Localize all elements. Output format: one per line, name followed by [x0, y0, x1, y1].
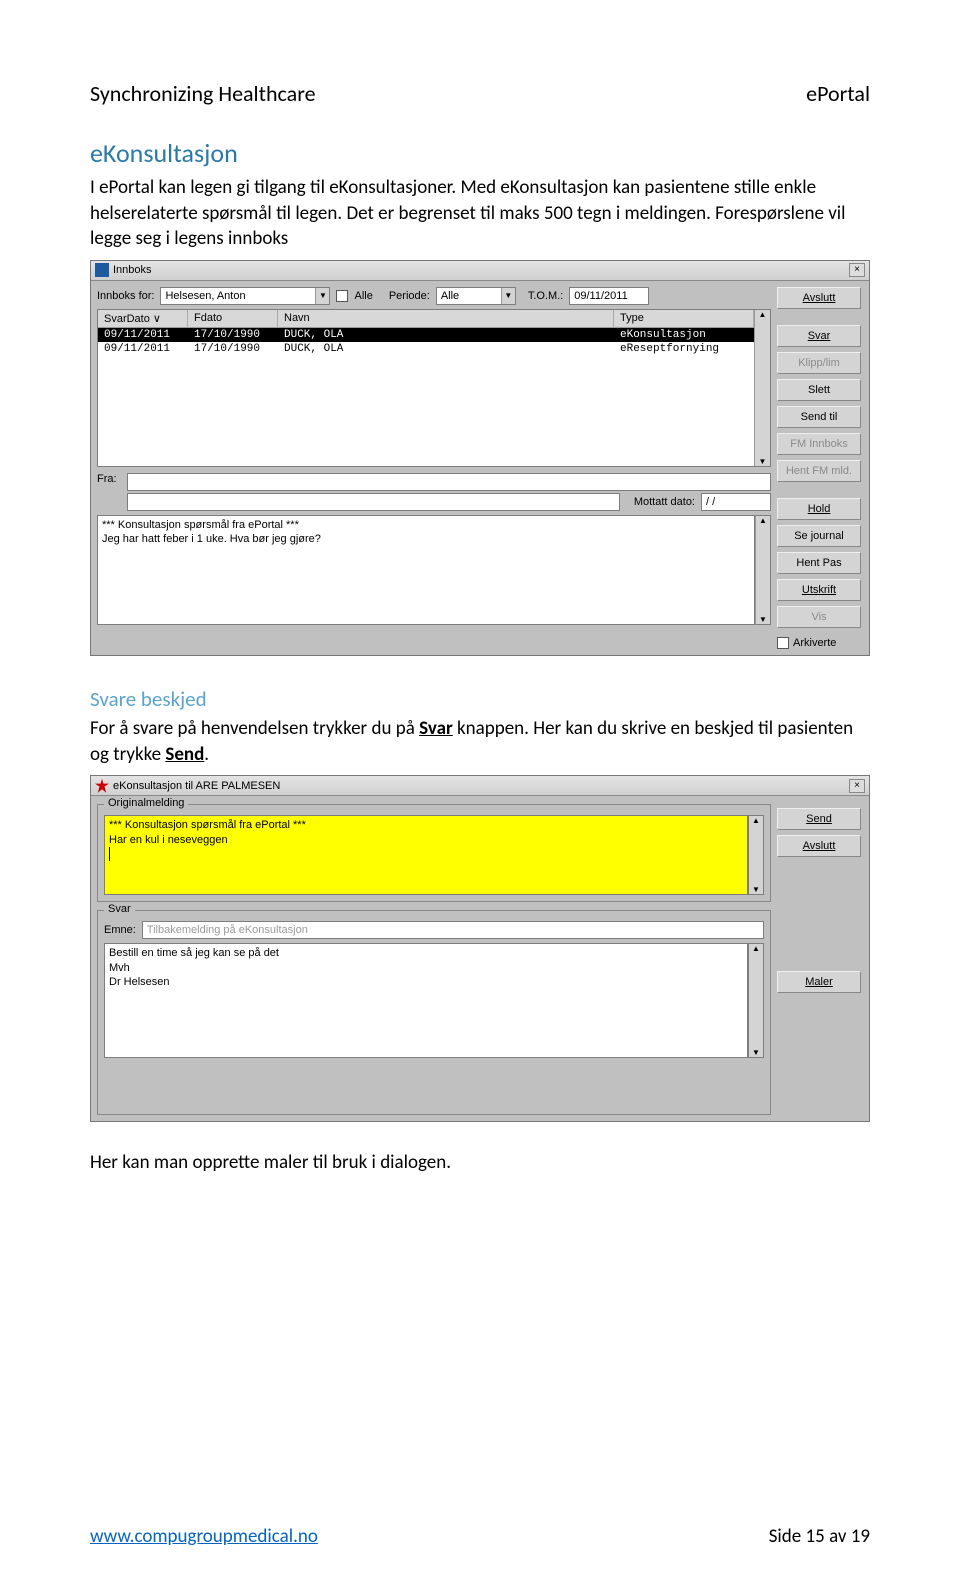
innboks-titlebar: Innboks ×	[91, 261, 869, 281]
chevron-down-icon: ▼	[315, 288, 329, 304]
header-left: Synchronizing Healthcare	[90, 80, 316, 107]
header-right: ePortal	[806, 80, 870, 107]
fm-innboks-button[interactable]: FM Innboks	[777, 433, 861, 455]
ekonsultasjon-reply-window: eKonsultasjon til ARE PALMESEN × Origina…	[90, 775, 870, 1122]
scrollbar[interactable]: ▲▼	[755, 515, 771, 625]
message-textarea[interactable]: *** Konsultasjon spørsmål fra ePortal **…	[97, 515, 755, 625]
avslutt-button[interactable]: Avslutt	[777, 287, 861, 309]
tom-label: T.O.M.:	[528, 290, 563, 302]
col-fdato[interactable]: Fdato	[188, 310, 278, 327]
scrollbar[interactable]: ▲▼	[754, 310, 770, 466]
emne-field[interactable]: Tilbakemelding på eKonsultasjon	[142, 921, 764, 939]
periode-combo[interactable]: Alle ▼	[436, 287, 516, 305]
innboks-title: Innboks	[113, 264, 152, 276]
table-row[interactable]: 09/11/2011 17/10/1990 DUCK, OLA eReseptf…	[98, 342, 754, 356]
section-ekonsultasjon-title: eKonsultasjon	[90, 137, 870, 169]
closing-text: Her kan man opprette maler til bruk i di…	[90, 1150, 870, 1176]
vis-button[interactable]: Vis	[777, 606, 861, 628]
svare-beskjed-text: For å svare på henvendelsen trykker du p…	[90, 716, 870, 767]
fra-field[interactable]	[127, 473, 771, 491]
list-header: SvarDato ∨ Fdato Navn Type	[98, 310, 754, 328]
close-icon[interactable]: ×	[849, 779, 865, 793]
originalmelding-text: *** Konsultasjon spørsmål fra ePortal **…	[104, 815, 748, 895]
svar-textarea[interactable]: Bestill en time så jeg kan se på det Mvh…	[104, 943, 748, 1058]
hent-fm-mld-button[interactable]: Hent FM mld.	[777, 460, 861, 482]
svar-label: Svar	[104, 903, 135, 915]
innboks-for-value: Helsesen, Anton	[165, 290, 245, 302]
emne-label: Emne:	[104, 924, 136, 936]
arkiverte-checkbox[interactable]	[777, 637, 789, 649]
innboks-for-combo[interactable]: Helsesen, Anton ▼	[160, 287, 330, 305]
close-icon[interactable]: ×	[849, 263, 865, 277]
scrollbar[interactable]: ▲▼	[748, 943, 764, 1058]
originalmelding-label: Originalmelding	[104, 797, 188, 809]
innboks-for-label: Innboks for:	[97, 290, 154, 302]
utskrift-button[interactable]: Utskrift	[777, 579, 861, 601]
section-ekonsultasjon-text: I ePortal kan legen gi tilgang til eKons…	[90, 175, 870, 252]
app-icon	[95, 779, 109, 793]
avslutt-button[interactable]: Avslutt	[777, 835, 861, 857]
svar-group: Svar Emne: Tilbakemelding på eKonsultasj…	[97, 910, 771, 1115]
chevron-down-icon: ▼	[501, 288, 515, 304]
col-type[interactable]: Type	[614, 310, 754, 327]
reply-titlebar: eKonsultasjon til ARE PALMESEN ×	[91, 776, 869, 796]
innboks-window: Innboks × Innboks for: Helsesen, Anton ▼…	[90, 260, 870, 656]
maler-button[interactable]: Maler	[777, 971, 861, 993]
periode-label: Periode:	[389, 290, 430, 302]
periode-value: Alle	[441, 290, 459, 302]
mottatt-field[interactable]: / /	[701, 493, 771, 511]
slett-button[interactable]: Slett	[777, 379, 861, 401]
mottatt-label: Mottatt dato:	[634, 496, 695, 508]
reply-title: eKonsultasjon til ARE PALMESEN	[113, 780, 280, 792]
klipp-lim-button[interactable]: Klipp/lim	[777, 352, 861, 374]
fra-field-2[interactable]	[127, 493, 620, 511]
se-journal-button[interactable]: Se journal	[777, 525, 861, 547]
send-button[interactable]: Send	[777, 808, 861, 830]
svare-beskjed-title: Svare beskjed	[90, 686, 870, 712]
arkiverte-label: Arkiverte	[793, 637, 836, 649]
col-navn[interactable]: Navn	[278, 310, 614, 327]
footer-url[interactable]: www.compugroupmedical.no	[90, 1525, 318, 1548]
col-svardato[interactable]: SvarDato ∨	[98, 310, 188, 327]
app-icon	[95, 263, 109, 277]
alle-label: Alle	[354, 290, 372, 302]
tom-field[interactable]: 09/11/2011	[569, 287, 649, 305]
svar-button[interactable]: Svar	[777, 325, 861, 347]
table-row[interactable]: 09/11/2011 17/10/1990 DUCK, OLA eKonsult…	[98, 328, 754, 342]
fra-label: Fra:	[97, 473, 121, 485]
scrollbar[interactable]: ▲▼	[748, 815, 764, 895]
originalmelding-group: Originalmelding *** Konsultasjon spørsmå…	[97, 804, 771, 902]
footer-page: Side 15 av 19	[769, 1525, 870, 1548]
alle-checkbox[interactable]	[336, 290, 348, 302]
send-til-button[interactable]: Send til	[777, 406, 861, 428]
hold-button[interactable]: Hold	[777, 498, 861, 520]
hent-pas-button[interactable]: Hent Pas	[777, 552, 861, 574]
